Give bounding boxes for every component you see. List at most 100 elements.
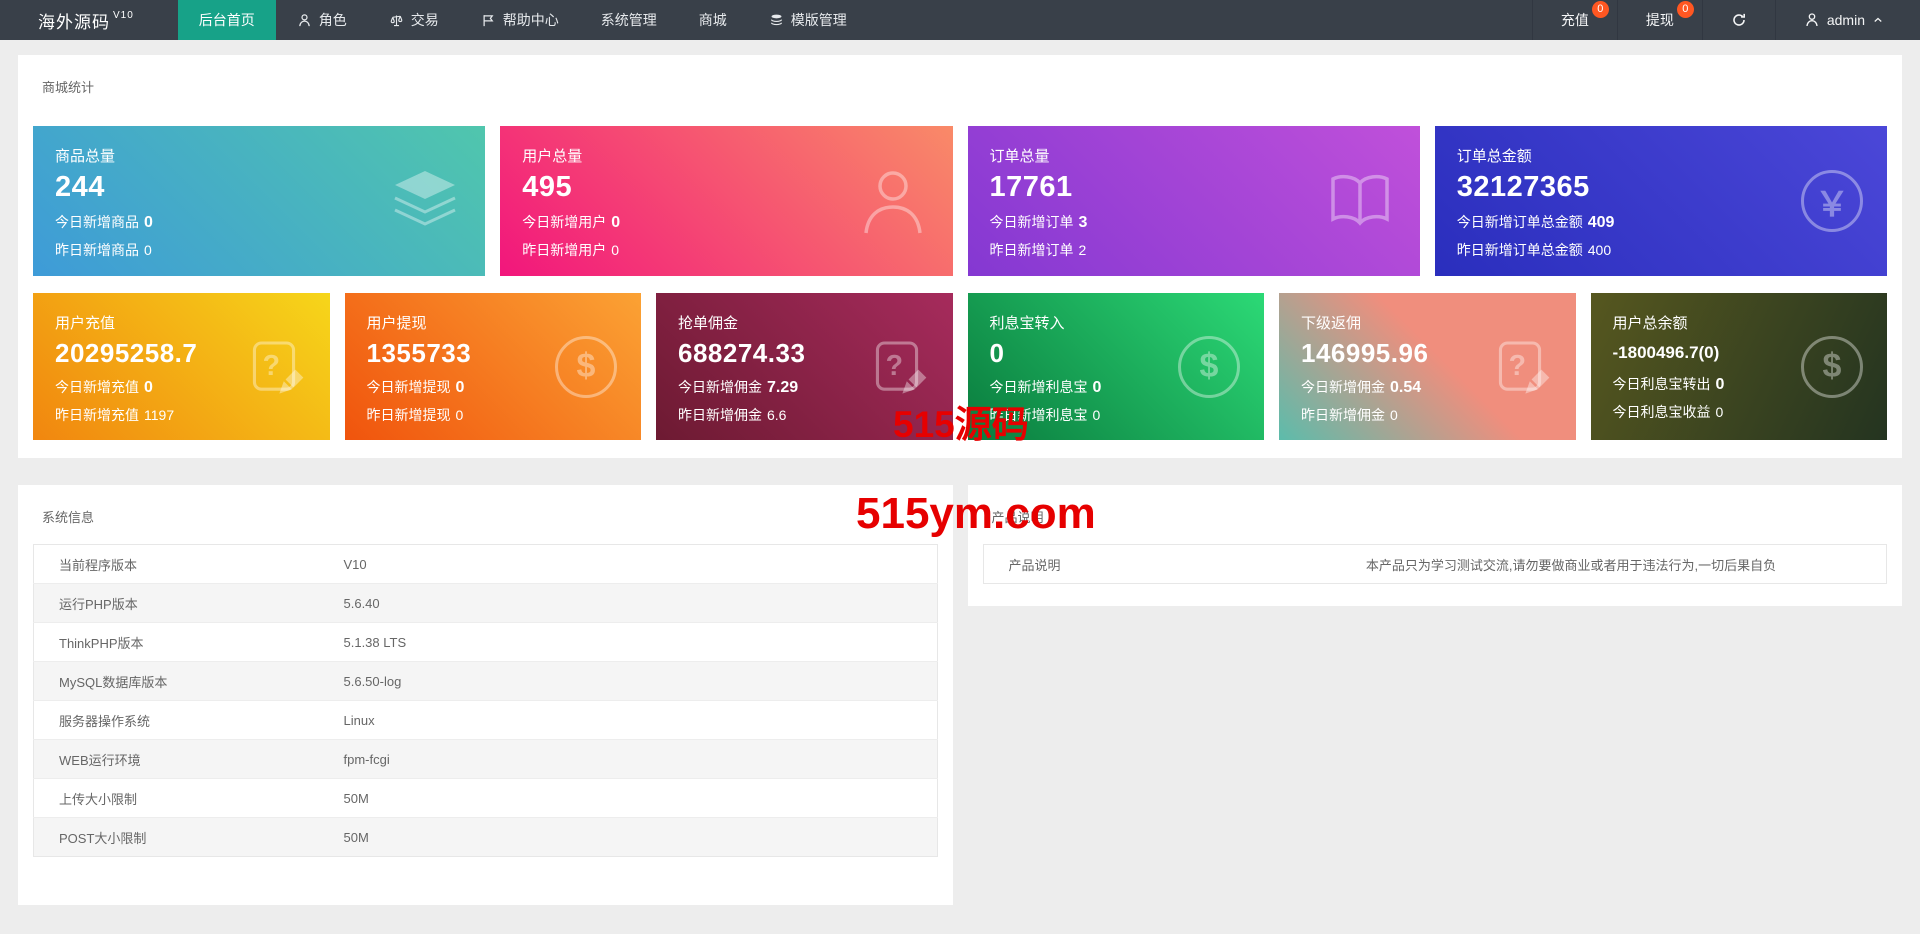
top-navbar: 海外源码 V10 后台首页 角色 交易 帮助中心 系统管理 商城 模版管理 充值…	[0, 0, 1920, 40]
menu-label: 帮助中心	[502, 12, 559, 28]
row-value: fpm-fcgi	[318, 739, 937, 779]
menu-item-system[interactable]: 系统管理	[580, 0, 678, 40]
row-label: 产品说明	[1008, 557, 1061, 573]
menu-label: 模版管理	[790, 12, 847, 28]
main-menu: 后台首页 角色 交易 帮助中心 系统管理 商城 模版管理	[177, 0, 868, 40]
product-info-panel: 产品说明 产品说明 本产品只为学习测试交流,请勿要做商业或者用于违法行为,一切后果…	[967, 485, 1902, 606]
user-icon	[1806, 13, 1818, 27]
stat-card-goods-total: 商品总量 244 今日新增商品 0 昨日新增商品 0	[33, 126, 486, 276]
mall-stats-panel: 商城统计 商品总量 244 今日新增商品 0 昨日新增商品 0 用户总量 495 今…	[18, 55, 1902, 458]
table-row: MySQL数据库版本 5.6.50-log	[33, 661, 937, 701]
card-line-yesterday: 昨日新增订单 2	[989, 242, 1087, 258]
row-value: 50M	[318, 778, 937, 818]
row-label: 运行PHP版本	[33, 583, 319, 623]
row-value: Linux	[318, 700, 937, 740]
row-label: MySQL数据库版本	[33, 661, 319, 701]
recharge-badge: 0	[1591, 1, 1609, 18]
system-info-table: 当前程序版本 V10 运行PHP版本 5.6.40 ThinkPHP版本 5.1.38…	[33, 544, 938, 857]
table-row: 服务器操作系统 Linux	[33, 700, 937, 740]
stat-card-user-balance: 用户总余额 -1800496.7(0) 今日利息宝转出 0 今日利息宝收益 0 $	[1590, 293, 1887, 440]
svg-text:?: ?	[885, 350, 902, 382]
stack-icon	[770, 14, 782, 25]
card-line-yesterday: 昨日新增充值 1197	[55, 407, 175, 423]
menu-item-mall[interactable]: 商城	[678, 0, 748, 40]
table-row: ThinkPHP版本 5.1.38 LTS	[33, 622, 937, 662]
product-info-table: 产品说明 本产品只为学习测试交流,请勿要做商业或者用于违法行为,一切后果自负	[982, 544, 1887, 584]
chevron-up-icon	[1874, 17, 1882, 22]
admin-menu[interactable]: admin	[1774, 0, 1920, 40]
dollar-circle-icon: $	[1178, 335, 1240, 398]
main-content: 商城统计 商品总量 244 今日新增商品 0 昨日新增商品 0 用户总量 495 今…	[0, 40, 1920, 905]
flag-icon	[483, 14, 494, 26]
stats-panel-title: 商城统计	[42, 80, 95, 95]
row-label: 上传大小限制	[33, 778, 319, 818]
card-title: 订单总金额	[1456, 148, 1532, 165]
bottom-panels: 系统信息 当前程序版本 V10 运行PHP版本 5.6.40 ThinkPHP版本 5…	[18, 485, 1902, 905]
withdraw-button[interactable]: 提现 0	[1616, 0, 1702, 40]
table-row: 运行PHP版本 5.6.40	[33, 583, 937, 623]
menu-item-templates[interactable]: 模版管理	[748, 0, 868, 40]
row-value: 5.6.50-log	[318, 661, 937, 701]
stat-card-order-commission: 抢单佣金 688274.33 今日新增佣金 7.29 昨日新增佣金 6.6 ?	[656, 293, 953, 440]
row-value: 5.6.40	[318, 583, 937, 623]
menu-label: 交易	[410, 12, 439, 28]
refresh-button[interactable]	[1701, 0, 1775, 40]
book-icon	[1324, 165, 1396, 237]
menu-item-roles[interactable]: 角色	[276, 0, 368, 40]
recharge-button[interactable]: 充值 0	[1531, 0, 1617, 40]
card-line-yesterday: 昨日新增佣金 6.6	[678, 407, 787, 423]
table-row: 产品说明 本产品只为学习测试交流,请勿要做商业或者用于违法行为,一切后果自负	[983, 545, 1887, 584]
row-label: 服务器操作系统	[33, 700, 319, 740]
card-title: 用户充值	[55, 315, 116, 332]
stat-card-orders-total: 订单总量 17761 今日新增订单 3 昨日新增订单 2	[967, 126, 1420, 276]
row-value: 50M	[318, 817, 937, 857]
card-title: 用户总余额	[1612, 315, 1688, 332]
row-label: ThinkPHP版本	[33, 622, 319, 662]
table-row: POST大小限制 50M	[33, 817, 937, 857]
user-icon	[298, 13, 310, 26]
row-value: 本产品只为学习测试交流,请勿要做商业或者用于违法行为,一切后果自负	[1365, 557, 1777, 573]
svg-text:?: ?	[1508, 350, 1525, 382]
note-question-icon: ?	[865, 335, 929, 399]
row-label: 当前程序版本	[59, 557, 138, 573]
card-title: 用户总量	[522, 148, 583, 165]
card-line-yesterday: 昨日新增订单总金额 400	[1456, 242, 1612, 258]
person-icon	[857, 165, 929, 237]
stat-card-user-recharge: 用户充值 20295258.7 今日新增充值 0 昨日新增充值 1197 ?	[33, 293, 330, 440]
stats-row-2: 用户充值 20295258.7 今日新增充值 0 昨日新增充值 1197 ? 用户提…	[18, 293, 1902, 440]
menu-item-trade[interactable]: 交易	[368, 0, 460, 40]
card-title: 利息宝转入	[989, 315, 1065, 332]
app-logo-text: 海外源码	[38, 12, 110, 32]
stat-card-user-withdraw: 用户提现 1355733 今日新增提现 0 昨日新增提现 0 $	[344, 293, 641, 440]
card-line-yesterday: 昨日新增用户 0	[522, 242, 620, 258]
card-title: 抢单佣金	[678, 315, 739, 332]
menu-item-help-center[interactable]: 帮助中心	[460, 0, 580, 40]
row-value: 5.1.38 LTS	[318, 622, 937, 662]
row-value: V10	[343, 556, 367, 572]
withdraw-label: 提现	[1645, 12, 1674, 28]
app-version: V10	[113, 9, 134, 21]
menu-label: 商城	[698, 12, 727, 28]
card-line-yesterday: 今日利息宝收益 0	[1612, 404, 1724, 420]
system-info-title: 系统信息	[42, 510, 95, 525]
card-title: 用户提现	[366, 315, 427, 332]
card-line-yesterday: 昨日新增利息宝 0	[989, 407, 1101, 423]
row-label: POST大小限制	[33, 817, 319, 857]
note-question-icon: ?	[1488, 335, 1552, 399]
withdraw-badge: 0	[1676, 1, 1694, 18]
refresh-icon	[1733, 13, 1745, 26]
menu-label: 系统管理	[600, 12, 657, 28]
stat-card-users-total: 用户总量 495 今日新增用户 0 昨日新增用户 0	[500, 126, 953, 276]
dollar-circle-icon: $	[555, 335, 617, 398]
note-question-icon: ?	[242, 335, 306, 399]
yen-circle-icon: ￥	[1801, 170, 1863, 232]
system-info-panel: 系统信息 当前程序版本 V10 运行PHP版本 5.6.40 ThinkPHP版本 5…	[18, 485, 953, 905]
stat-card-sub-rebate: 下级返佣 146995.96 今日新增佣金 0.54 昨日新增佣金 0 ?	[1279, 293, 1576, 440]
card-line-yesterday: 昨日新增提现 0	[366, 407, 464, 423]
stat-card-order-amount: 订单总金额 32127365 今日新增订单总金额 409 昨日新增订单总金额 400…	[1434, 126, 1887, 276]
menu-item-home[interactable]: 后台首页	[177, 0, 276, 40]
card-title: 下级返佣	[1301, 315, 1362, 332]
card-title: 订单总量	[989, 148, 1050, 165]
table-row: WEB运行环境 fpm-fcgi	[33, 739, 937, 779]
recharge-label: 充值	[1560, 12, 1589, 28]
